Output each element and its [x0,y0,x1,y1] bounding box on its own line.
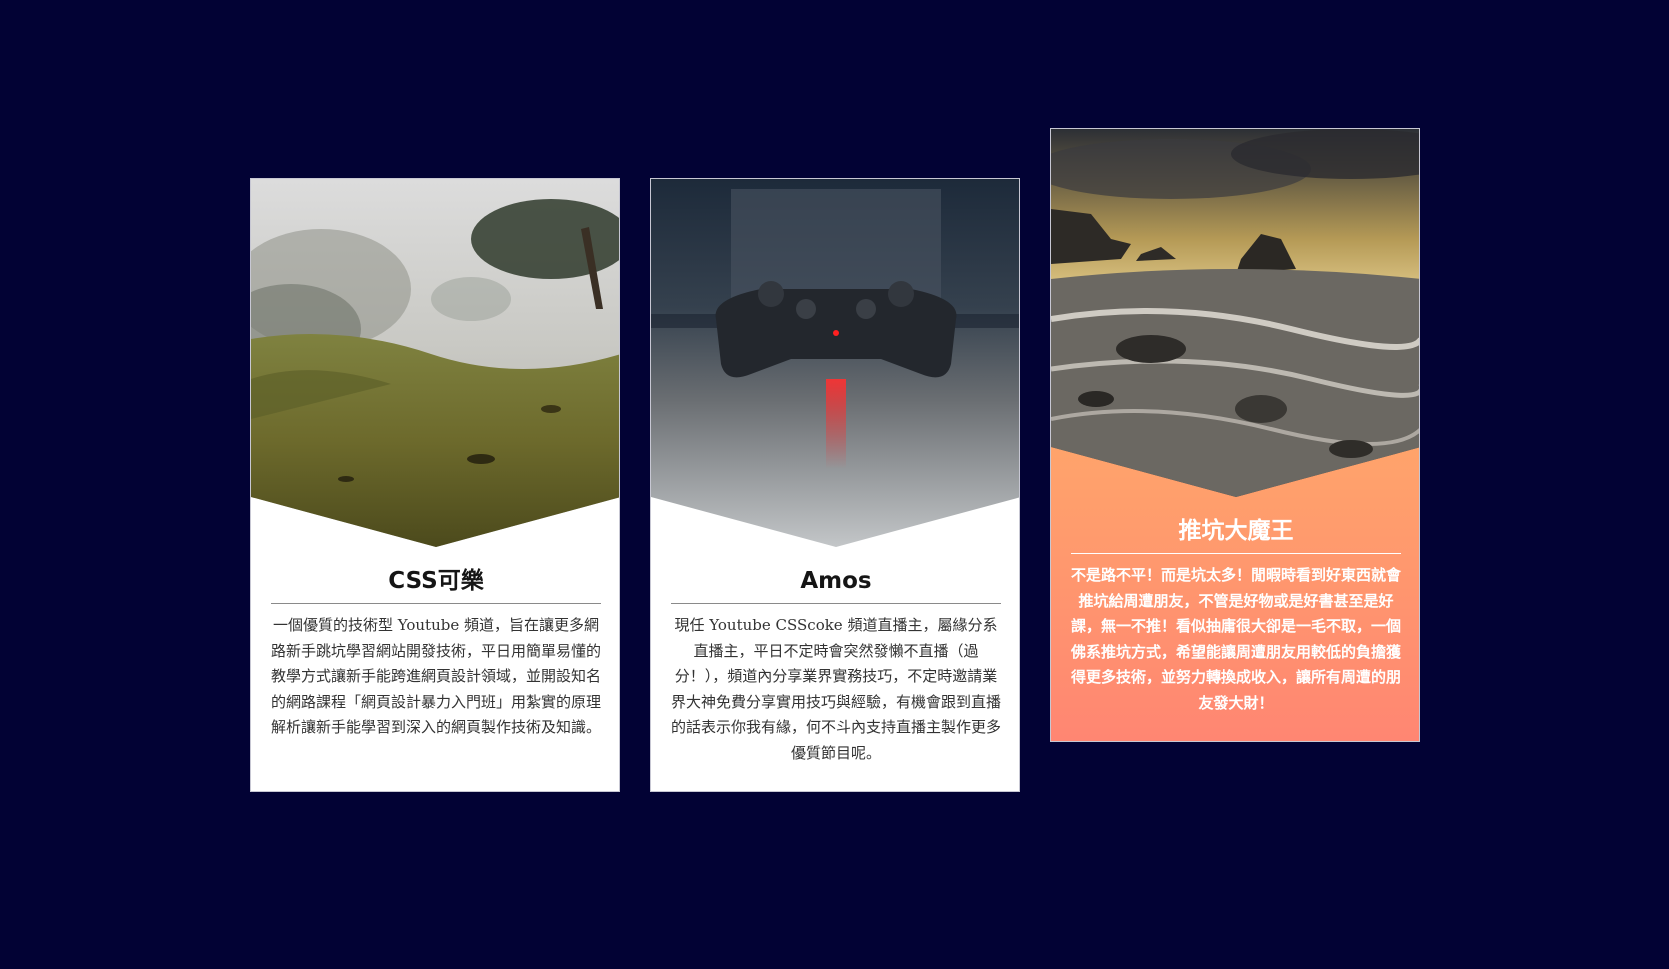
page-background: CSS可樂 一個優質的技術型 Youtube 頻道，旨在讓更多網路新手跳坑學習網… [0,0,1669,969]
card-body: Amos 現任 Youtube CSScoke 頻道直播主，屬緣分系直播主，平日… [651,559,1019,766]
card-title: 推坑大魔王 [1071,509,1401,554]
card-title: CSS可樂 [271,559,601,604]
card-image-misty-grassland [251,179,619,547]
card-description: 現任 Youtube CSScoke 頻道直播主，屬緣分系直播主，平日不定時會突… [671,616,1002,762]
profile-card-amos[interactable]: Amos 現任 Youtube CSScoke 頻道直播主，屬緣分系直播主，平日… [650,178,1020,792]
profile-card-recommender[interactable]: 推坑大魔王 不是路不平！而是坑太多！閒暇時看到好東西就會推坑給周遭朋友，不管是好… [1050,128,1420,742]
card-image-rocky-seashore [1051,129,1419,497]
card-title: Amos [671,559,1001,604]
card-body: 推坑大魔王 不是路不平！而是坑太多！閒暇時看到好東西就會推坑給周遭朋友，不管是好… [1051,509,1419,716]
card-image-game-controller [651,179,1019,547]
card-description: 一個優質的技術型 Youtube 頻道，旨在讓更多網路新手跳坑學習網站開發技術，… [271,616,602,736]
card-body: CSS可樂 一個優質的技術型 Youtube 頻道，旨在讓更多網路新手跳坑學習網… [251,559,619,741]
card-description: 不是路不平！而是坑太多！閒暇時看到好東西就會推坑給周遭朋友，不管是好物或是好書甚… [1071,566,1402,712]
profile-card-css-coke[interactable]: CSS可樂 一個優質的技術型 Youtube 頻道，旨在讓更多網路新手跳坑學習網… [250,178,620,792]
